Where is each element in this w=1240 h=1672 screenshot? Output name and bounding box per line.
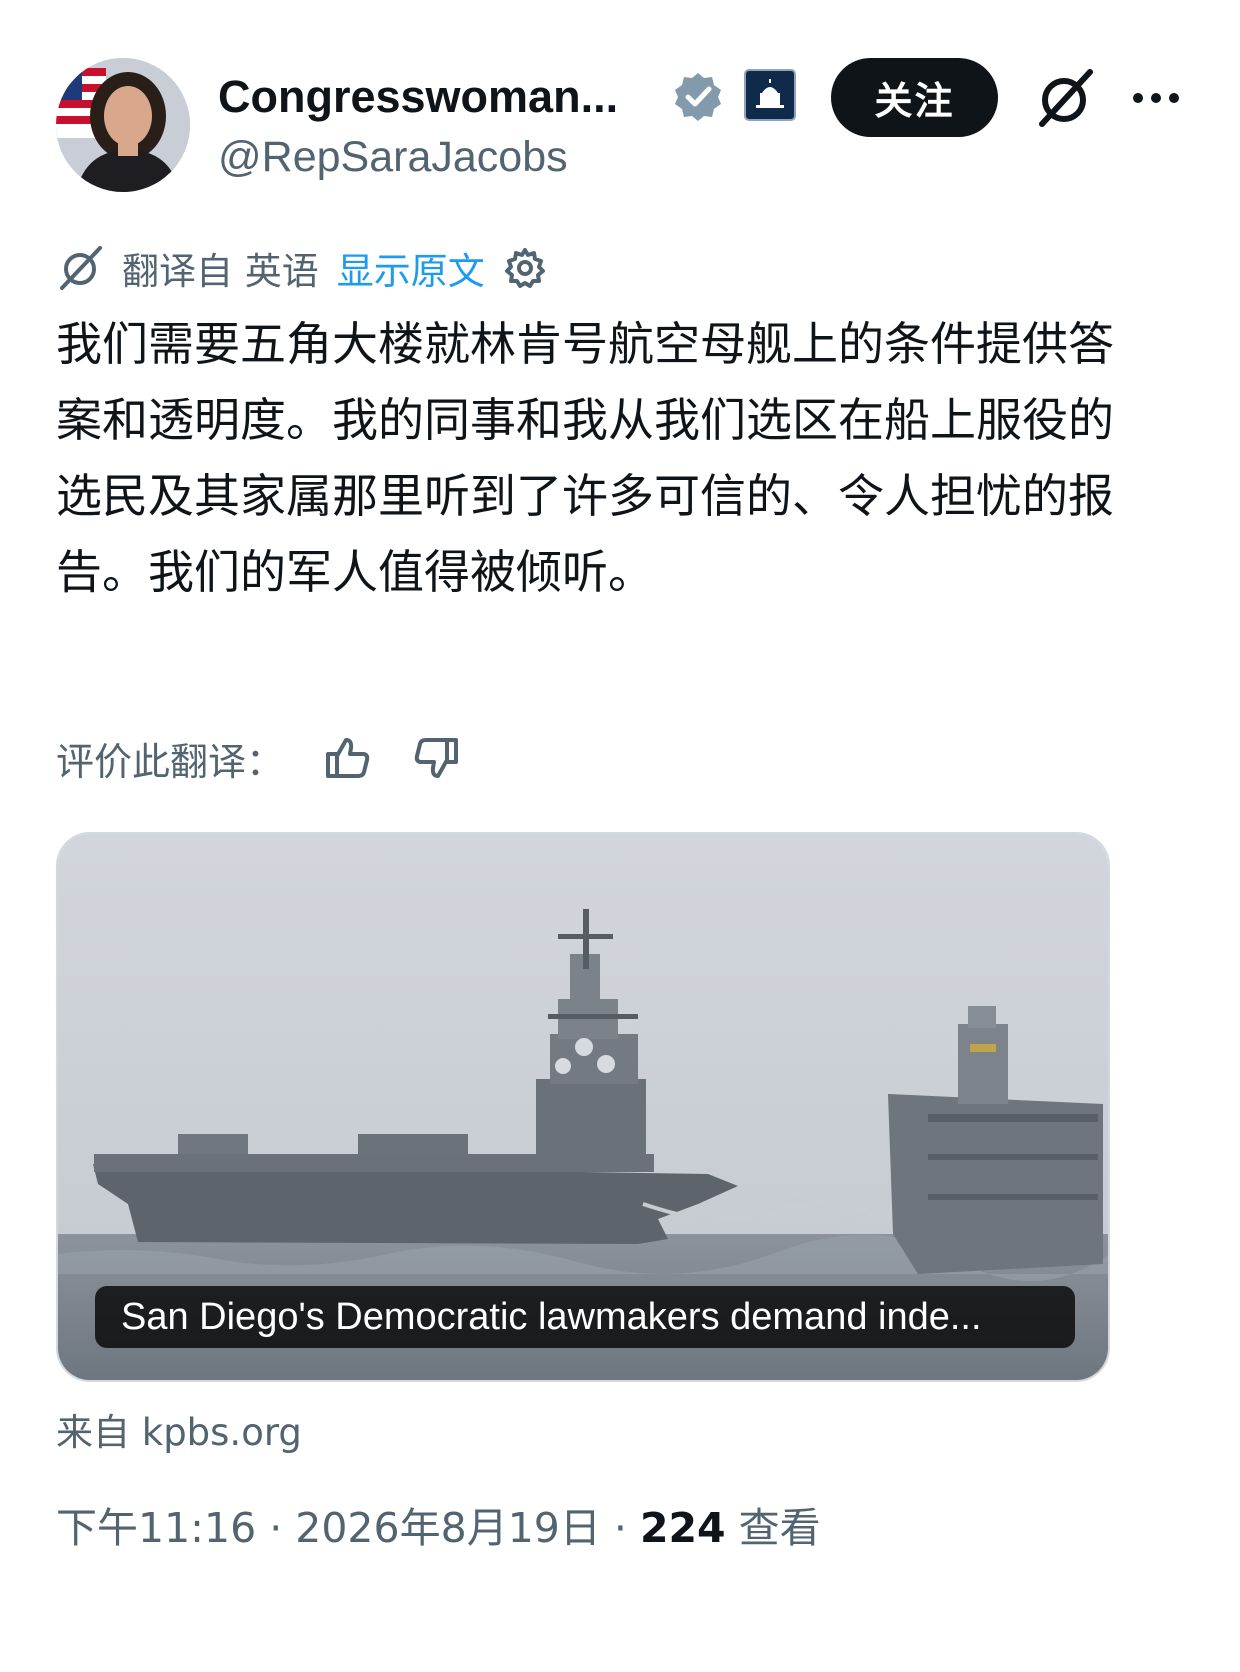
rate-translation-label: 评价此翻译： [56, 739, 285, 784]
capitol-badge-icon[interactable] [744, 69, 796, 121]
tweet-header: Congresswoman... @RepSaraJacobs 关注 [56, 58, 1186, 194]
translated-from-label: 翻译自 英语 [122, 250, 319, 293]
separator-dot: · [256, 1504, 296, 1552]
tweet-time[interactable]: 下午11:16 [56, 1504, 256, 1552]
tweet-date[interactable]: 2026年8月19日 [295, 1504, 601, 1552]
show-original-link[interactable]: 显示原文 [337, 241, 485, 295]
tweet-meta: 下午11:16 · 2026年8月19日 · 224 查看 [56, 1498, 821, 1558]
card-title[interactable]: San Diego's Democratic lawmakers demand … [95, 1286, 1075, 1348]
author-handle[interactable]: @RepSaraJacobs [218, 130, 568, 184]
views-label: 查看 [738, 1504, 821, 1552]
author-name[interactable]: Congresswoman... [218, 68, 618, 126]
gear-icon[interactable] [503, 246, 547, 290]
tweet-text: 我们需要五角大楼就林肯号航空母舰上的条件提供答案和透明度。我的同事和我从我们选区… [56, 317, 1114, 599]
rate-translation: 评价此翻译： [56, 728, 460, 788]
more-icon[interactable] [1126, 78, 1186, 118]
thumbs-down-icon[interactable] [412, 734, 460, 782]
avatar[interactable] [56, 58, 190, 192]
thumbs-up-icon[interactable] [324, 734, 372, 782]
verified-badge-icon[interactable] [671, 70, 725, 124]
grok-translate-icon [56, 244, 104, 292]
grok-icon[interactable] [1034, 66, 1098, 130]
link-card[interactable]: San Diego's Democratic lawmakers demand … [56, 832, 1110, 1382]
views-count: 224 [639, 1504, 726, 1552]
follow-button[interactable]: 关注 [831, 58, 998, 137]
translation-bar: 翻译自 英语 显示原文 [56, 240, 547, 296]
separator-dot: · [600, 1504, 640, 1552]
card-source[interactable]: 来自 kpbs.org [56, 1402, 302, 1456]
